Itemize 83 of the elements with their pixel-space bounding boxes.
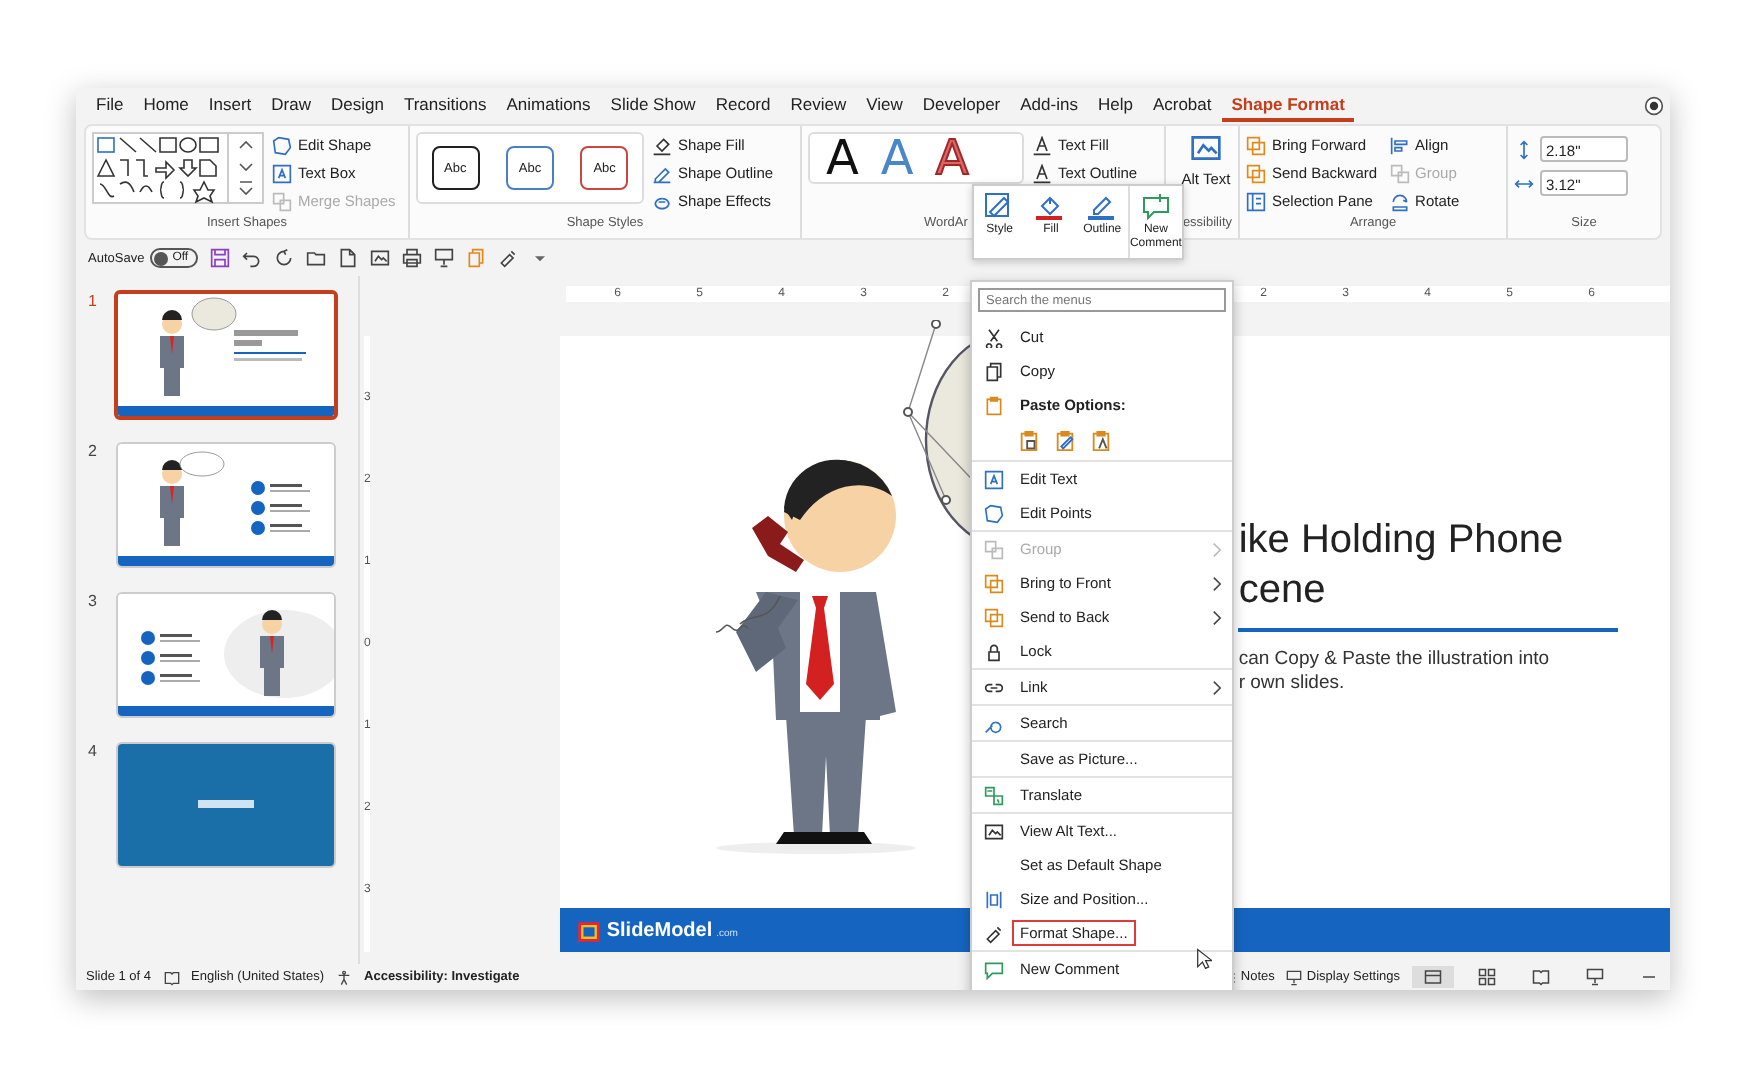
ribbon-tab[interactable]: Transitions [393, 90, 497, 122]
height-icon [1514, 139, 1534, 159]
slide-body-text: r own slides. [1238, 672, 1347, 696]
pen-icon [1086, 192, 1119, 220]
ribbon-tab[interactable]: Slide Show [600, 90, 706, 122]
slide-number: 1 [88, 292, 99, 310]
ribbon-tab[interactable]: File [86, 90, 134, 122]
slide-thumbnail[interactable] [114, 290, 338, 420]
normal-view-icon[interactable] [1412, 966, 1454, 988]
ribbon-tab[interactable]: View [856, 90, 913, 122]
toolbar-icon[interactable] [370, 248, 391, 268]
proofing-icon[interactable] [163, 969, 180, 985]
ribbon-tab[interactable]: Draw [261, 90, 321, 122]
group-icon [1389, 163, 1410, 183]
slide-title: cene [1238, 566, 1328, 616]
paste-option-icon[interactable] [1090, 430, 1112, 452]
group-icon [272, 191, 292, 211]
wordart-preset[interactable]: A [880, 136, 914, 180]
layers-icon [984, 607, 1004, 627]
toolbar-icon[interactable] [338, 248, 359, 268]
ribbon-tab[interactable]: Home [133, 90, 199, 122]
wordart-preset[interactable]: A [935, 136, 969, 180]
letter-icon [1032, 135, 1052, 155]
pane-icon [1246, 191, 1266, 211]
text-box-icon [272, 163, 292, 183]
save-icon[interactable] [210, 248, 231, 268]
monitor-icon [1286, 969, 1303, 985]
slide-body-text: can Copy & Paste the illustration into [1238, 648, 1552, 672]
ribbon-tab[interactable]: Help [1087, 90, 1143, 122]
toolbar-icon[interactable] [434, 248, 455, 268]
slide-number: 4 [88, 742, 99, 760]
paint-bucket-icon [652, 135, 672, 155]
toolbar-icon[interactable] [306, 248, 327, 268]
paste-option-icon[interactable] [1018, 430, 1040, 452]
undo-icon[interactable] [242, 248, 263, 268]
clipboard-icon [984, 395, 1004, 415]
picture-icon [1188, 132, 1224, 164]
layers-icon [1246, 163, 1266, 183]
logo-text: SlideModel [606, 919, 713, 941]
chevron-icon [1212, 541, 1222, 557]
ribbon-tab[interactable]: Review [780, 90, 857, 122]
text-box-icon [984, 469, 1004, 489]
ribbon-tab[interactable]: Insert [198, 90, 262, 122]
letter-icon [1032, 163, 1052, 183]
edit-points-icon [984, 503, 1004, 523]
chevron-icon [1212, 679, 1222, 695]
ribbon-tab[interactable]: Animations [496, 90, 601, 122]
chevron-icon [1212, 609, 1222, 625]
group-icon [984, 539, 1004, 559]
copy-icon [984, 361, 1004, 381]
edit-points-icon [272, 135, 292, 155]
layers-icon [1246, 135, 1266, 155]
rotate-icon [1389, 191, 1410, 211]
comment-icon [984, 959, 1004, 979]
ribbon-tab[interactable]: Add-ins [1010, 90, 1088, 122]
wordart-preset[interactable]: A [826, 136, 859, 180]
slide-number: 3 [88, 592, 99, 610]
logo-icon [576, 917, 603, 943]
ribbon-tab[interactable]: Record [705, 90, 781, 122]
accessibility-icon[interactable] [336, 969, 353, 985]
paint-bucket-icon [1034, 192, 1067, 220]
size-icon [984, 889, 1004, 909]
toolbar-icon[interactable] [498, 248, 519, 268]
pen-icon [652, 163, 672, 183]
lock-icon [984, 641, 1004, 661]
chevron-icon [1212, 575, 1222, 591]
slide-number: 2 [88, 442, 99, 460]
ribbon-tab[interactable]: Acrobat [1142, 90, 1222, 122]
comment-icon [1139, 192, 1172, 220]
layers-icon [984, 573, 1004, 593]
translate-icon [984, 785, 1004, 805]
ribbon-tab[interactable]: Design [321, 90, 394, 122]
slide-title: ike Holding Phone [1238, 516, 1566, 566]
picture-icon [984, 821, 1004, 841]
toolbar-icon[interactable] [402, 248, 423, 268]
align-icon [1389, 135, 1410, 155]
pointer-cursor-icon [1196, 948, 1212, 970]
shape-gallery[interactable] [92, 132, 264, 204]
redo-icon[interactable] [274, 248, 295, 268]
record-icon[interactable] [1644, 96, 1664, 116]
scissors-icon [984, 327, 1004, 347]
paste-option-icon[interactable] [1054, 430, 1076, 452]
ribbon-tab[interactable]: Developer [912, 90, 1011, 122]
